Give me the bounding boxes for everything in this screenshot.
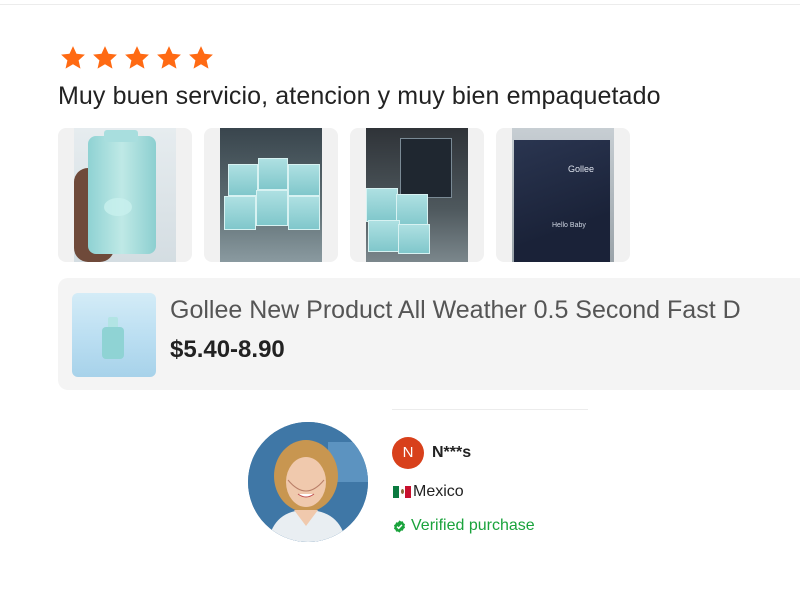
photo-boxes-image [220, 128, 322, 262]
reviewer-avatar [248, 422, 368, 542]
review-text: Muy buen servicio, atencion y muy bien e… [58, 82, 661, 110]
photo-box [258, 158, 288, 190]
photo-box [398, 224, 430, 254]
photo-gift-box [514, 140, 610, 262]
photo-bottle [88, 136, 156, 254]
photo-box [228, 164, 258, 196]
photo-bottle-cap [104, 130, 138, 142]
product-bottle [102, 327, 124, 359]
verified-badge-icon [393, 520, 406, 533]
star-icon [186, 44, 216, 72]
reviewer-country: Mexico [413, 483, 464, 500]
review-photos: Gollee Hello Baby [58, 128, 630, 262]
product-thumbnail[interactable] [72, 293, 156, 377]
rating-stars [58, 44, 216, 72]
product-card[interactable]: Gollee New Product All Weather 0.5 Secon… [58, 278, 800, 390]
gift-brand-text: Gollee [568, 164, 595, 174]
product-price: $5.40-8.90 [170, 336, 285, 363]
star-icon [122, 44, 152, 72]
top-divider [0, 4, 800, 5]
mexico-flag-icon [393, 486, 411, 498]
photo-gift-box-image: Gollee Hello Baby [512, 128, 614, 262]
reviewer-name: N***s [432, 444, 472, 461]
photo-box [288, 164, 320, 196]
review-photo-gift-box[interactable]: Gollee Hello Baby [496, 128, 630, 262]
photo-box [368, 220, 400, 252]
photo-box [396, 194, 428, 228]
photo-bottle-mark [104, 198, 132, 216]
reviewer-initial-avatar: N [392, 437, 424, 469]
divider [392, 409, 588, 410]
star-icon [58, 44, 88, 72]
photo-boxes-dark-image [366, 128, 468, 262]
review-photo-boxes-dark[interactable] [350, 128, 484, 262]
review-photo-bottle[interactable] [58, 128, 192, 262]
photo-dark-box [400, 138, 452, 198]
verified-purchase-label: Verified purchase [411, 517, 535, 534]
photo-bottle-image [74, 128, 176, 262]
product-title[interactable]: Gollee New Product All Weather 0.5 Secon… [170, 296, 741, 325]
gift-small-text: Hello Baby [552, 222, 586, 229]
photo-box [288, 196, 320, 230]
photo-box [256, 190, 288, 226]
photo-box [224, 196, 256, 230]
star-icon [90, 44, 120, 72]
star-icon [154, 44, 184, 72]
review-photo-boxes[interactable] [204, 128, 338, 262]
photo-box [366, 188, 398, 222]
